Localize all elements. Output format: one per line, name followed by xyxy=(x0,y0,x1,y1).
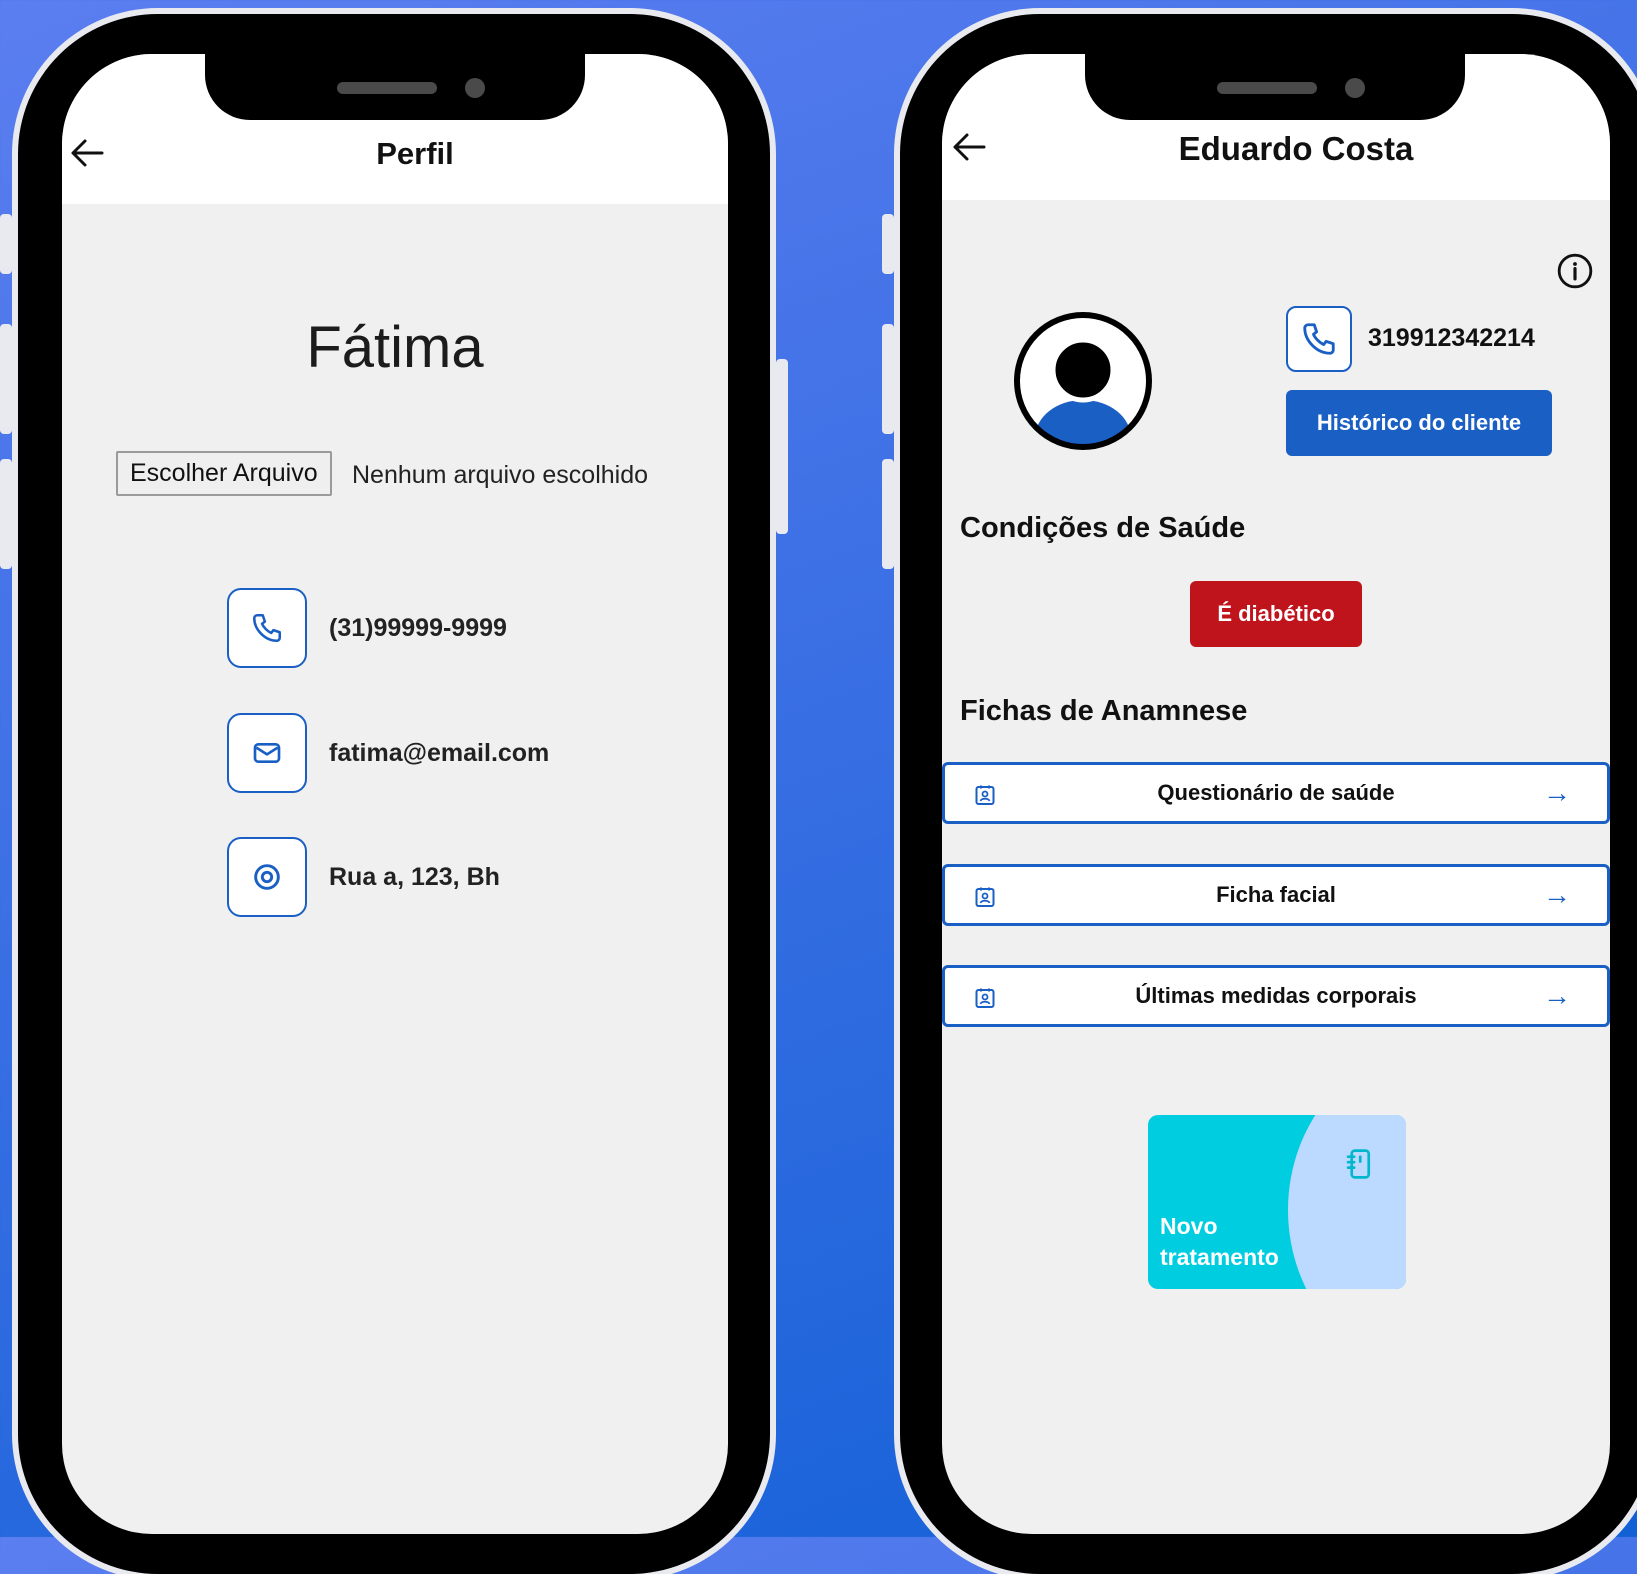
contact-email-text: fatima@email.com xyxy=(329,738,550,767)
contact-email-row: fatima@email.com xyxy=(227,713,549,793)
side-button xyxy=(882,324,894,434)
client-phone-number: 319912342214 xyxy=(1368,324,1535,352)
contact-card-icon xyxy=(973,885,997,914)
form-label: Questionário de saúde xyxy=(1157,780,1395,805)
contact-card-icon xyxy=(973,783,997,812)
condition-badge: É diabético xyxy=(1190,581,1362,647)
info-icon[interactable] xyxy=(1556,252,1594,295)
side-button xyxy=(0,324,12,434)
file-status-text: Nenhum arquivo escolhido xyxy=(352,461,649,489)
location-pin-icon[interactable] xyxy=(227,837,307,917)
side-button xyxy=(0,459,12,569)
arrow-right-icon: → xyxy=(1543,879,1571,910)
form-facial[interactable]: Ficha facial → xyxy=(942,864,1610,926)
client-history-button[interactable]: Histórico do cliente xyxy=(1286,390,1552,456)
phone-frame-right: Eduardo Costa 319912342214 Histórico do … xyxy=(882,14,1637,1574)
notch xyxy=(205,54,585,120)
contact-phone-row: (31)99999-9999 xyxy=(227,588,507,668)
form-body-measurements[interactable]: Últimas medidas corporais → xyxy=(942,965,1610,1027)
arrow-right-icon: → xyxy=(1543,980,1571,1011)
profile-screen: Perfil Fátima Escolher Arquivo Nenhum ar… xyxy=(62,54,728,1534)
new-treatment-label: Novo tratamento xyxy=(1160,1211,1279,1273)
client-screen: Eduardo Costa 319912342214 Histórico do … xyxy=(942,54,1610,1534)
new-treatment-card[interactable]: Novo tratamento xyxy=(1148,1115,1406,1289)
side-button xyxy=(776,359,788,534)
mail-icon[interactable] xyxy=(227,713,307,793)
side-button xyxy=(882,459,894,569)
choose-file-button[interactable]: Escolher Arquivo xyxy=(116,451,332,496)
user-avatar-icon xyxy=(1012,310,1154,457)
side-button xyxy=(0,214,12,274)
profile-name: Fátima xyxy=(306,315,484,380)
anamnesis-title: Fichas de Anamnese xyxy=(960,695,1248,727)
form-label: Últimas medidas corporais xyxy=(1135,983,1417,1008)
health-conditions-title: Condições de Saúde xyxy=(960,512,1246,544)
form-health-questionnaire[interactable]: Questionário de saúde → xyxy=(942,762,1610,824)
side-button xyxy=(882,214,894,274)
page-title: Eduardo Costa xyxy=(1178,130,1414,167)
contact-phone-text: (31)99999-9999 xyxy=(329,613,507,642)
arrow-right-icon: → xyxy=(1543,777,1571,808)
new-treatment-line1: Novo xyxy=(1160,1213,1218,1239)
card-decoration xyxy=(1288,1115,1406,1289)
contact-address-text: Rua a, 123, Bh xyxy=(329,862,500,891)
notebook-icon xyxy=(1344,1147,1374,1186)
contact-card-icon xyxy=(973,986,997,1015)
phone-frame-left: Perfil Fátima Escolher Arquivo Nenhum ar… xyxy=(0,14,788,1574)
new-treatment-line2: tratamento xyxy=(1160,1244,1279,1270)
page-title: Perfil xyxy=(376,136,454,171)
notch xyxy=(1085,54,1465,120)
phone-icon[interactable] xyxy=(1286,306,1352,372)
form-label: Ficha facial xyxy=(1216,882,1336,907)
contact-address-row: Rua a, 123, Bh xyxy=(227,837,500,917)
phone-icon[interactable] xyxy=(227,588,307,668)
